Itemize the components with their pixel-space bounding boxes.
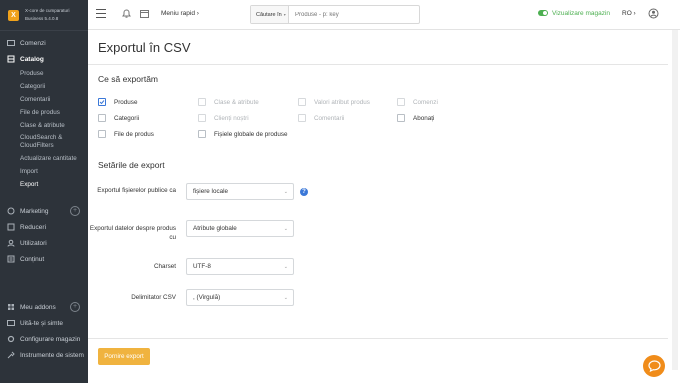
export-checkbox-abonati[interactable]: Abonați bbox=[397, 114, 434, 122]
search-bar: Căutare în ▾ bbox=[250, 5, 420, 24]
bell-icon[interactable] bbox=[121, 8, 132, 19]
catalog-icon bbox=[7, 55, 15, 63]
top-bar: Meniu rapid › Căutare în▾ Vizualizare ma… bbox=[88, 0, 680, 30]
sidebar-sub-export[interactable]: Export bbox=[0, 178, 88, 191]
chevron-down-icon: ⌄ bbox=[283, 295, 288, 301]
sidebar-item-configurare[interactable]: Configurare magazin bbox=[0, 331, 88, 347]
export-checkbox-categorii[interactable]: Categorii bbox=[98, 114, 139, 122]
sidebar-sub-produse[interactable]: Produse bbox=[0, 67, 88, 80]
content-icon bbox=[7, 255, 15, 263]
marketing-icon bbox=[7, 207, 15, 215]
export-checkbox-produse[interactable]: Produse bbox=[98, 98, 137, 106]
sidebar-item-utilizatori[interactable]: Utilizatori bbox=[0, 235, 88, 251]
sidebar-sub-import[interactable]: Import bbox=[0, 165, 88, 178]
export-checkbox-comenzi[interactable]: Comenzi bbox=[397, 98, 438, 106]
checkbox-checked-icon bbox=[98, 98, 106, 106]
section-heading-what: Ce să exportăm bbox=[98, 74, 158, 84]
sidebar-sub-file-de-produs[interactable]: File de produs bbox=[0, 106, 88, 119]
export-checkbox-valori-atribut[interactable]: Valori atribut produs bbox=[298, 98, 370, 106]
store-logo-icon: X bbox=[8, 9, 19, 21]
setting-label-charset: Charset bbox=[153, 263, 176, 270]
sidebar-sub-clase-atribute[interactable]: Clase & atribute bbox=[0, 119, 88, 132]
sidebar-sub-actualizare-cantitate[interactable]: Actualizare cantitate bbox=[0, 152, 88, 165]
package-icon[interactable] bbox=[139, 8, 150, 19]
add-addon-icon[interactable]: + bbox=[70, 302, 80, 312]
divider bbox=[88, 64, 668, 65]
delimiter-select[interactable]: , (Virgulă) ⌄ bbox=[186, 289, 294, 306]
sidebar-sub-comentarii[interactable]: Comentarii bbox=[0, 93, 88, 106]
chevron-down-icon: ⌄ bbox=[283, 226, 288, 232]
users-icon bbox=[7, 239, 15, 247]
export-checkbox-comentarii[interactable]: Comentarii bbox=[298, 114, 344, 122]
tools-icon bbox=[7, 351, 15, 359]
sidebar-item-marketing[interactable]: Marketing + bbox=[0, 203, 88, 219]
page-title: Exportul în CSV bbox=[98, 40, 191, 55]
charset-select[interactable]: UTF-8 ⌄ bbox=[186, 258, 294, 275]
bottom-action-bar: Pornire export bbox=[88, 338, 668, 384]
visualize-store-link[interactable]: Vizualizare magazin bbox=[552, 10, 610, 17]
sidebar-item-continut[interactable]: Conținut bbox=[0, 251, 88, 267]
sidebar-item-look-feel[interactable]: Uită-te și simte bbox=[0, 315, 88, 331]
export-checkbox-clase-atribute[interactable]: Clase & atribute bbox=[198, 98, 259, 106]
scrollbar[interactable] bbox=[672, 30, 678, 370]
brand-name: X-core de cumparaturi bbox=[25, 8, 70, 13]
sidebar: X X-core de cumparaturi Business 5.4.0.8… bbox=[0, 0, 88, 383]
sidebar-sub-cloudsearch[interactable]: CloudSearch & CloudFilters bbox=[0, 132, 88, 152]
product-data-select[interactable]: Atribute globale ⌄ bbox=[186, 220, 294, 237]
orders-icon bbox=[7, 39, 15, 47]
main-content: Exportul în CSV Ce să exportăm Produse C… bbox=[88, 30, 668, 370]
look-feel-icon bbox=[7, 319, 15, 327]
setting-label-public-files: Exportul fișierelor publice ca bbox=[97, 187, 176, 194]
sidebar-item-catalog[interactable]: Catalog bbox=[0, 51, 88, 67]
setting-label-delimiter: Delimitator CSV bbox=[131, 294, 176, 301]
visualize-store-toggle[interactable] bbox=[538, 10, 548, 16]
sidebar-item-comenzi[interactable]: Comenzi bbox=[0, 35, 88, 51]
public-files-select[interactable]: fișiere locale ⌄ bbox=[186, 183, 294, 200]
menu-toggle-icon[interactable] bbox=[96, 9, 106, 20]
language-selector[interactable]: RO › bbox=[622, 10, 636, 17]
sidebar-item-addons[interactable]: Meu addons + bbox=[0, 299, 88, 315]
user-account-icon[interactable] bbox=[648, 8, 666, 19]
export-checkbox-fisiere-globale[interactable]: Fișiele globale de produse bbox=[198, 130, 288, 138]
export-checkbox-clienti[interactable]: Clienți noștri bbox=[198, 114, 249, 122]
chat-icon[interactable] bbox=[643, 355, 665, 377]
quick-menu[interactable]: Meniu rapid › bbox=[161, 10, 199, 17]
discount-icon bbox=[7, 223, 15, 231]
setting-label-product-data: Exportul datelor despre produs cu bbox=[89, 225, 176, 241]
section-heading-settings: Setările de export bbox=[98, 160, 165, 170]
sidebar-sub-categorii[interactable]: Categorii bbox=[0, 80, 88, 93]
settings-icon bbox=[7, 335, 15, 343]
chevron-down-icon: ⌄ bbox=[283, 189, 288, 195]
chevron-down-icon: ⌄ bbox=[283, 264, 288, 270]
search-input[interactable] bbox=[289, 10, 419, 19]
addons-icon bbox=[7, 303, 15, 311]
brand[interactable]: X X-core de cumparaturi Business 5.4.0.8 bbox=[0, 0, 88, 31]
add-marketing-icon[interactable]: + bbox=[70, 206, 80, 216]
export-checkbox-file-de-produs[interactable]: File de produs bbox=[98, 130, 154, 138]
help-icon[interactable]: ? bbox=[300, 188, 308, 196]
brand-version: Business 5.4.0.8 bbox=[25, 16, 59, 21]
sidebar-item-reduceri[interactable]: Reduceri bbox=[0, 219, 88, 235]
start-export-button[interactable]: Pornire export bbox=[98, 348, 150, 365]
search-scope-select[interactable]: Căutare în ▾ bbox=[251, 6, 289, 23]
sidebar-item-system-tools[interactable]: Instrumente de sistem bbox=[0, 347, 88, 363]
